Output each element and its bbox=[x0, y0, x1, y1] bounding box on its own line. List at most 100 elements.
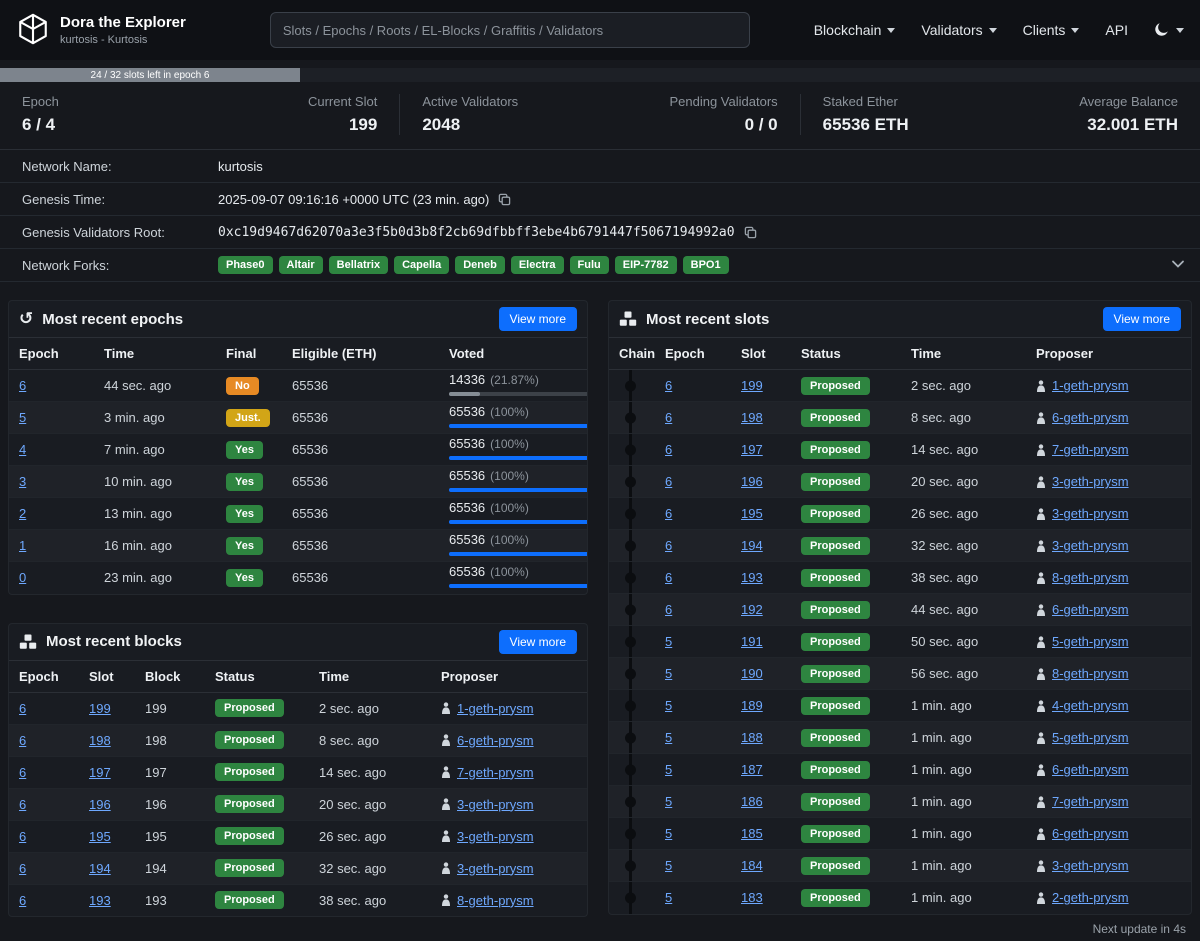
proposer-link[interactable]: 3-geth-prysm bbox=[1052, 474, 1129, 489]
slot-link[interactable]: 186 bbox=[741, 794, 763, 809]
slot-link[interactable]: 190 bbox=[741, 666, 763, 681]
chain-cell bbox=[609, 689, 655, 722]
epoch-link[interactable]: 6 bbox=[19, 861, 26, 876]
epoch-link[interactable]: 5 bbox=[665, 762, 672, 777]
epoch-link[interactable]: 6 bbox=[665, 410, 672, 425]
proposer-link[interactable]: 3-geth-prysm bbox=[457, 861, 534, 876]
proposer-link[interactable]: 6-geth-prysm bbox=[1052, 826, 1129, 841]
proposer-link[interactable]: 7-geth-prysm bbox=[1052, 442, 1129, 457]
slot-link[interactable]: 195 bbox=[89, 829, 111, 844]
slot-link[interactable]: 195 bbox=[741, 506, 763, 521]
proposer-link[interactable]: 6-geth-prysm bbox=[1052, 762, 1129, 777]
proposer-link[interactable]: 5-geth-prysm bbox=[1052, 730, 1129, 745]
proposer-link[interactable]: 6-geth-prysm bbox=[1052, 410, 1129, 425]
theme-toggle[interactable] bbox=[1154, 21, 1184, 40]
epoch-link[interactable]: 5 bbox=[665, 794, 672, 809]
epoch-link[interactable]: 5 bbox=[665, 730, 672, 745]
slot-link[interactable]: 194 bbox=[741, 538, 763, 553]
slot-link[interactable]: 197 bbox=[741, 442, 763, 457]
proposer-link[interactable]: 8-geth-prysm bbox=[1052, 570, 1129, 585]
epoch-link[interactable]: 6 bbox=[665, 378, 672, 393]
epoch-link[interactable]: 5 bbox=[665, 666, 672, 681]
epoch-link[interactable]: 6 bbox=[19, 701, 26, 716]
nav-api[interactable]: API bbox=[1105, 22, 1128, 38]
slot-link[interactable]: 188 bbox=[741, 730, 763, 745]
copy-icon[interactable] bbox=[744, 226, 757, 239]
voted-progress-bar bbox=[449, 519, 587, 524]
epoch-link[interactable]: 6 bbox=[19, 893, 26, 908]
nav-clients[interactable]: Clients bbox=[1023, 22, 1080, 38]
slot-link[interactable]: 199 bbox=[741, 378, 763, 393]
proposer-link[interactable]: 3-geth-prysm bbox=[1052, 538, 1129, 553]
slot-link[interactable]: 187 bbox=[741, 762, 763, 777]
epoch-link[interactable]: 6 bbox=[665, 506, 672, 521]
proposer-link[interactable]: 8-geth-prysm bbox=[1052, 666, 1129, 681]
proposer-link[interactable]: 7-geth-prysm bbox=[457, 765, 534, 780]
view-more-button[interactable]: View more bbox=[498, 629, 577, 654]
proposer-link[interactable]: 3-geth-prysm bbox=[457, 797, 534, 812]
epoch-link[interactable]: 6 bbox=[19, 733, 26, 748]
slot-link[interactable]: 198 bbox=[89, 733, 111, 748]
slot-link[interactable]: 199 bbox=[89, 701, 111, 716]
proposer-link[interactable]: 3-geth-prysm bbox=[1052, 506, 1129, 521]
slot-link[interactable]: 184 bbox=[741, 858, 763, 873]
chain-dot-icon bbox=[625, 892, 636, 904]
nav-validators[interactable]: Validators bbox=[921, 22, 996, 38]
slot-link[interactable]: 196 bbox=[741, 474, 763, 489]
forks-collapse-chevron[interactable] bbox=[1170, 256, 1186, 275]
epoch-link[interactable]: 5 bbox=[665, 858, 672, 873]
slot-link[interactable]: 192 bbox=[741, 602, 763, 617]
proposer-link[interactable]: 6-geth-prysm bbox=[457, 733, 534, 748]
block-row: 6 197 197 Proposed 14 sec. ago 7-geth-pr… bbox=[9, 756, 587, 789]
eligible-eth: 65536 bbox=[282, 401, 439, 434]
slot-link[interactable]: 185 bbox=[741, 826, 763, 841]
epoch-link[interactable]: 5 bbox=[665, 634, 672, 649]
proposer-link[interactable]: 5-geth-prysm bbox=[1052, 634, 1129, 649]
epoch-link[interactable]: 6 bbox=[665, 570, 672, 585]
brand[interactable]: Dora the Explorer kurtosis - Kurtosis bbox=[16, 12, 186, 49]
proposer-link[interactable]: 1-geth-prysm bbox=[457, 701, 534, 716]
copy-icon[interactable] bbox=[498, 193, 511, 206]
epoch-link[interactable]: 5 bbox=[19, 410, 26, 425]
proposer-link[interactable]: 3-geth-prysm bbox=[1052, 858, 1129, 873]
status-badge: Proposed bbox=[801, 632, 870, 651]
slot-link[interactable]: 189 bbox=[741, 698, 763, 713]
epoch-link[interactable]: 5 bbox=[665, 826, 672, 841]
slot-link[interactable]: 194 bbox=[89, 861, 111, 876]
epoch-link[interactable]: 6 bbox=[665, 474, 672, 489]
epoch-link[interactable]: 3 bbox=[19, 474, 26, 489]
epoch-link[interactable]: 6 bbox=[19, 378, 26, 393]
slot-link[interactable]: 196 bbox=[89, 797, 111, 812]
epoch-link[interactable]: 6 bbox=[665, 602, 672, 617]
epoch-link[interactable]: 0 bbox=[19, 570, 26, 585]
proposer-link[interactable]: 8-geth-prysm bbox=[457, 893, 534, 908]
slot-link[interactable]: 193 bbox=[741, 570, 763, 585]
epoch-link[interactable]: 6 bbox=[665, 442, 672, 457]
epoch-link[interactable]: 5 bbox=[665, 698, 672, 713]
slot-link[interactable]: 191 bbox=[741, 634, 763, 649]
slot-link[interactable]: 193 bbox=[89, 893, 111, 908]
epoch-link[interactable]: 5 bbox=[665, 890, 672, 905]
proposer-link[interactable]: 4-geth-prysm bbox=[1052, 698, 1129, 713]
epoch-link[interactable]: 6 bbox=[19, 829, 26, 844]
proposer-link[interactable]: 2-geth-prysm bbox=[1052, 890, 1129, 905]
epoch-link[interactable]: 6 bbox=[19, 765, 26, 780]
view-more-button[interactable]: View more bbox=[1102, 307, 1181, 331]
proposer-link[interactable]: 7-geth-prysm bbox=[1052, 794, 1129, 809]
proposer-link[interactable]: 1-geth-prysm bbox=[1052, 378, 1129, 393]
view-more-button[interactable]: View more bbox=[498, 307, 577, 331]
search-input[interactable] bbox=[269, 12, 750, 48]
nav-blockchain[interactable]: Blockchain bbox=[814, 22, 896, 38]
epoch-link[interactable]: 6 bbox=[665, 538, 672, 553]
epoch-link[interactable]: 6 bbox=[19, 797, 26, 812]
slot-link[interactable]: 183 bbox=[741, 890, 763, 905]
chain-cell bbox=[609, 497, 655, 530]
epoch-link[interactable]: 4 bbox=[19, 442, 26, 457]
epoch-link[interactable]: 2 bbox=[19, 506, 26, 521]
proposer-link[interactable]: 6-geth-prysm bbox=[1052, 602, 1129, 617]
slot-link[interactable]: 197 bbox=[89, 765, 111, 780]
proposer-link[interactable]: 3-geth-prysm bbox=[457, 829, 534, 844]
epoch-link[interactable]: 1 bbox=[19, 538, 26, 553]
chain-cell bbox=[609, 753, 655, 786]
slot-link[interactable]: 198 bbox=[741, 410, 763, 425]
